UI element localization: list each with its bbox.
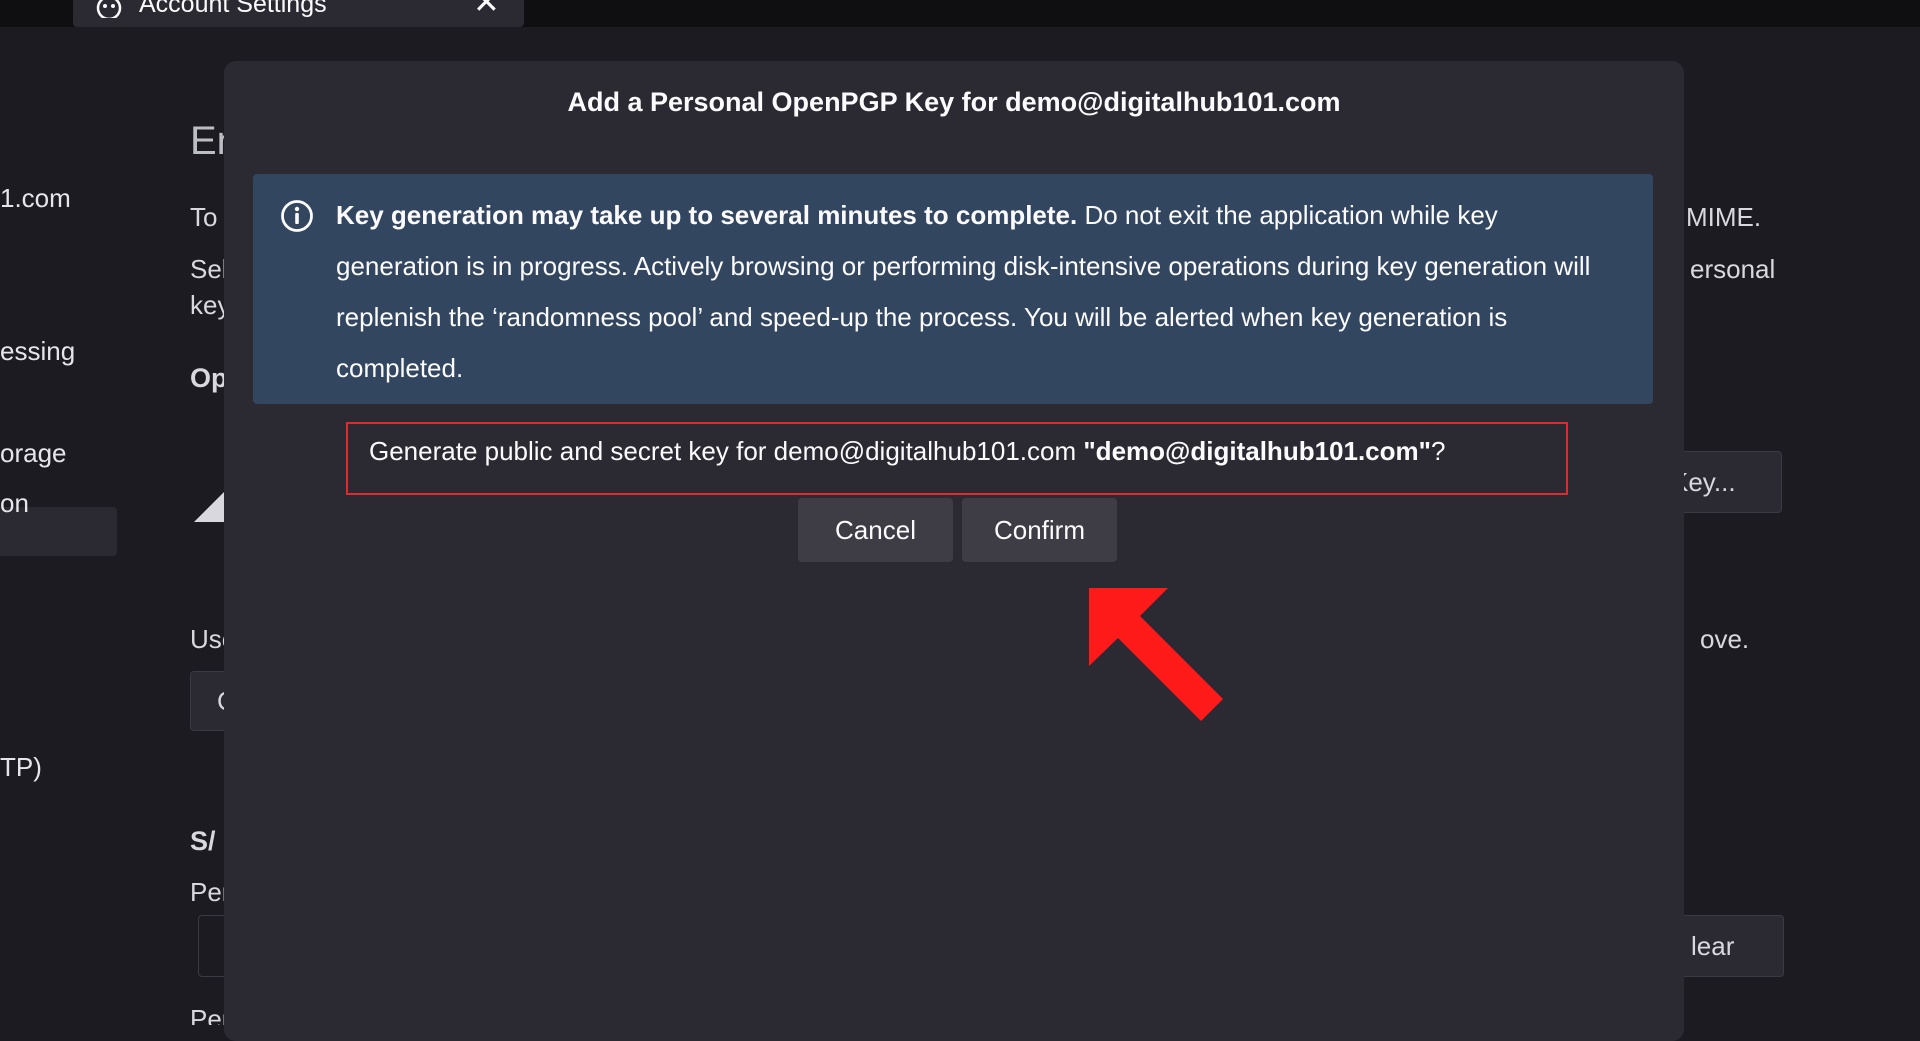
confirm-question: Generate public and secret key for demo@… [369, 436, 1445, 467]
notice-message: Key generation may take up to several mi… [336, 190, 1626, 394]
confirm-button[interactable]: Confirm [962, 498, 1117, 562]
sidebar-item-smtp[interactable]: TP) [0, 752, 42, 783]
openpgp-section-heading: Op [190, 363, 228, 393]
sidebar-item-encryption[interactable]: on [0, 488, 29, 519]
tab-title: Account Settings [139, 0, 327, 18]
window-titlebar: Account Settings ✕ [0, 0, 1920, 27]
confirm-question-highlight: Generate public and secret key for demo@… [346, 422, 1568, 495]
tab-account-settings[interactable]: Account Settings ✕ [73, 0, 524, 27]
account-settings-icon [96, 0, 122, 18]
use-description-end: ove. [1700, 624, 1750, 654]
notice-message-bold: Key generation may take up to several mi… [336, 200, 1078, 230]
question-prefix: Generate public and secret key for demo@… [369, 436, 1084, 466]
description-line-2-end: ersonal [1690, 254, 1776, 284]
description-line-1: To [190, 202, 218, 232]
close-icon[interactable]: ✕ [473, 0, 500, 18]
sidebar-item-account[interactable]: 1.com [0, 183, 71, 214]
sidebar-item-processing[interactable]: essing [0, 336, 75, 367]
red-arrow-annotation [1089, 588, 1223, 721]
info-icon [281, 200, 313, 232]
smime-section-heading: S/ [190, 826, 216, 856]
account-sidebar: 1.com essing orage on TP) [0, 27, 130, 1025]
dialog-title: Add a Personal OpenPGP Key for demo@digi… [567, 87, 1341, 117]
question-email: "demo@digitalhub101.com" [1083, 436, 1431, 466]
cancel-button[interactable]: Cancel [798, 498, 953, 562]
question-suffix: ? [1430, 436, 1446, 466]
sidebar-item-storage[interactable]: orage [0, 438, 67, 469]
add-openpgp-key-dialog: Add a Personal OpenPGP Key for demo@digi… [224, 61, 1684, 1041]
description-line-2: Sel [190, 254, 228, 284]
key-generation-notice: Key generation may take up to several mi… [253, 174, 1653, 404]
description-line-1-end: MIME. [1686, 202, 1762, 232]
key-icon [194, 492, 224, 522]
